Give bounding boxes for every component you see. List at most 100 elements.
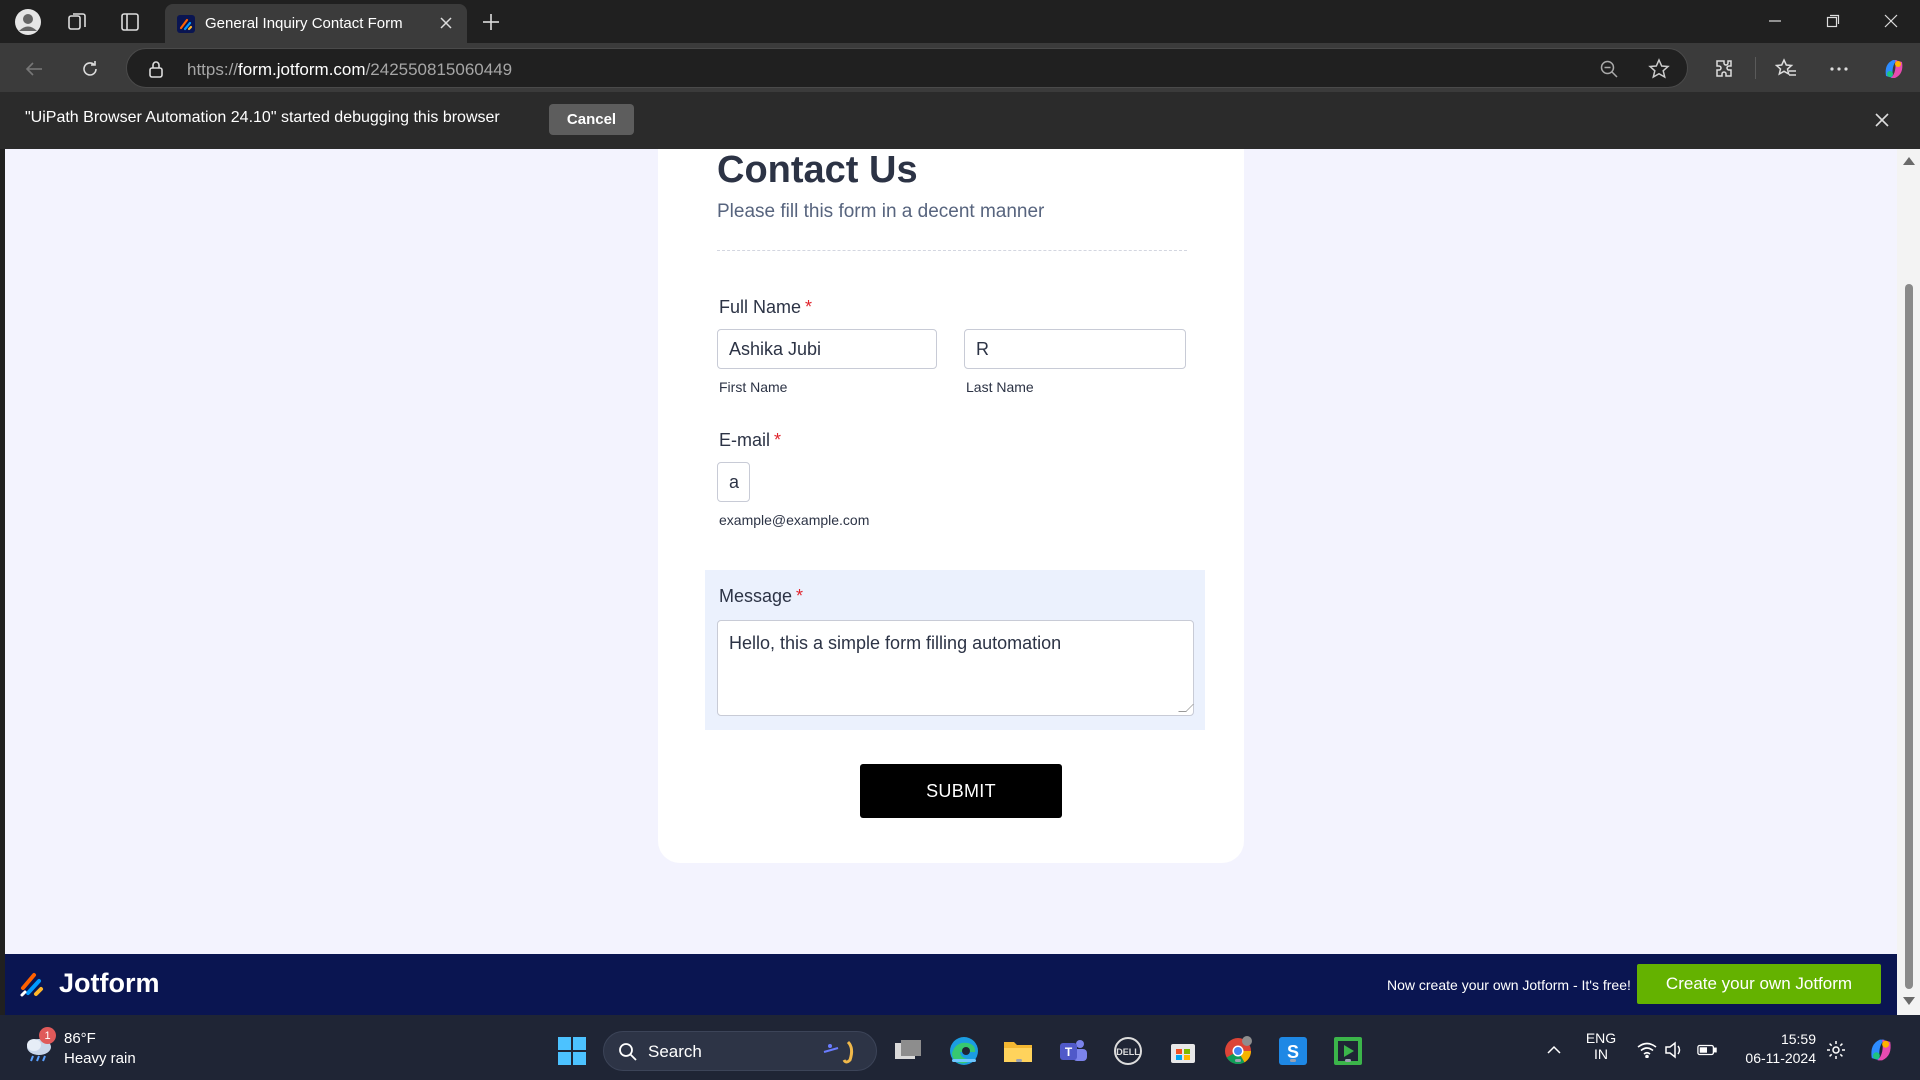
- email-sublabel: example@example.com: [719, 512, 870, 528]
- form-title: Contact Us: [717, 149, 918, 191]
- windows-start-icon[interactable]: [557, 1036, 587, 1066]
- browser-title-bar: General Inquiry Contact Form: [0, 0, 1920, 43]
- minimize-icon[interactable]: [1746, 0, 1804, 42]
- create-jotform-button[interactable]: Create your own Jotform: [1637, 964, 1881, 1004]
- form-subtitle: Please fill this form in a decent manner: [717, 201, 1045, 222]
- jotform-promo-text: Now create your own Jotform - It's free!: [1387, 977, 1631, 993]
- restore-icon[interactable]: [1804, 0, 1862, 42]
- page-scrollbar[interactable]: [1897, 149, 1920, 1015]
- language-indicator[interactable]: ENG IN: [1580, 1030, 1622, 1062]
- favorites-icon[interactable]: [1770, 53, 1802, 85]
- teams-icon[interactable]: T: [1055, 1033, 1091, 1069]
- search-icon: [618, 1042, 638, 1067]
- clock-date: 06-11-2024: [1745, 1050, 1816, 1066]
- address-bar[interactable]: https://form.jotform.com/242550815060449: [126, 48, 1688, 88]
- copilot-taskbar-icon[interactable]: [1866, 1035, 1896, 1065]
- vertical-tabs-icon[interactable]: [116, 8, 144, 36]
- page-viewport: Contact Us Please fill this form in a de…: [5, 149, 1897, 1015]
- message-text: Hello, this a simple form filling automa…: [729, 633, 1062, 653]
- email-label: E-mail *: [719, 430, 781, 451]
- open-app-indicator: [1290, 1059, 1296, 1062]
- scroll-thumb[interactable]: [1905, 284, 1913, 989]
- open-app-indicator: [1345, 1059, 1351, 1062]
- scroll-up-icon[interactable]: [1903, 157, 1915, 165]
- debugging-message: "UiPath Browser Automation 24.10" starte…: [25, 109, 500, 126]
- message-label: Message *: [719, 586, 803, 607]
- back-icon[interactable]: [18, 53, 50, 85]
- weather-alert-badge: 1: [39, 1027, 56, 1044]
- close-window-icon[interactable]: [1862, 0, 1920, 42]
- clock[interactable]: 15:59 06-11-2024: [1736, 1031, 1816, 1066]
- favorite-star-icon[interactable]: [1647, 57, 1671, 81]
- tab-title: General Inquiry Contact Form: [205, 15, 403, 32]
- required-asterisk: *: [774, 430, 782, 450]
- required-asterisk: *: [796, 586, 804, 606]
- header-divider: [717, 250, 1187, 251]
- tab-close-icon[interactable]: [435, 12, 457, 34]
- first-name-sublabel: First Name: [719, 379, 788, 395]
- region-code: IN: [1594, 1046, 1608, 1062]
- show-hidden-icons-icon[interactable]: [1544, 1040, 1564, 1060]
- microsoft-store-icon[interactable]: [1165, 1033, 1201, 1069]
- last-name-sublabel: Last Name: [966, 379, 1034, 395]
- uipath-assistant-icon[interactable]: [1330, 1033, 1366, 1069]
- clock-time: 15:59: [1780, 1031, 1816, 1047]
- message-textarea[interactable]: Hello, this a simple form filling automa…: [717, 620, 1194, 716]
- windows-taskbar: 1 86°F Heavy rain Search T DELL S ENG IN…: [0, 1015, 1920, 1080]
- first-name-input[interactable]: Ashika Jubi: [717, 329, 937, 369]
- required-asterisk: *: [805, 297, 813, 317]
- language-code: ENG: [1585, 1030, 1617, 1046]
- svg-text:DELL: DELL: [1116, 1047, 1140, 1057]
- taskbar-search-box[interactable]: Search: [603, 1031, 877, 1071]
- wifi-icon[interactable]: [1637, 1040, 1657, 1060]
- edge-browser-icon[interactable]: [946, 1033, 982, 1069]
- navigation-bar: https://form.jotform.com/242550815060449: [0, 43, 1920, 92]
- weather-temperature[interactable]: 86°F: [64, 1030, 96, 1047]
- workspaces-icon[interactable]: [63, 8, 91, 36]
- battery-icon[interactable]: [1697, 1040, 1717, 1060]
- jotform-brand-name[interactable]: Jotform: [59, 968, 160, 999]
- jotform-footer-banner: Jotform Now create your own Jotform - It…: [5, 954, 1897, 1015]
- jotform-favicon-icon: [177, 15, 195, 33]
- url-text[interactable]: https://form.jotform.com/242550815060449: [187, 60, 512, 80]
- jotform-logo-icon[interactable]: [19, 970, 47, 998]
- profile-icon[interactable]: [14, 8, 42, 36]
- svg-text:T: T: [1065, 1045, 1073, 1059]
- full-name-label-text: Full Name: [719, 297, 802, 317]
- scroll-down-icon[interactable]: [1903, 997, 1915, 1005]
- url-host: form.jotform.com: [238, 60, 366, 79]
- url-path: /242550815060449: [365, 60, 513, 79]
- dell-icon[interactable]: DELL: [1110, 1033, 1146, 1069]
- last-name-input[interactable]: R: [964, 329, 1186, 369]
- search-highlight-icon: [818, 1038, 866, 1071]
- cancel-debugging-button[interactable]: Cancel: [549, 104, 634, 135]
- full-name-label: Full Name *: [719, 297, 812, 318]
- open-app-indicator: [1016, 1059, 1022, 1062]
- resize-handle-icon[interactable]: [1178, 704, 1194, 712]
- file-explorer-icon[interactable]: [1000, 1033, 1036, 1069]
- open-app-indicator: [1235, 1059, 1241, 1062]
- extensions-icon[interactable]: [1708, 53, 1740, 85]
- url-scheme: https://: [187, 60, 239, 79]
- new-tab-icon[interactable]: [477, 8, 505, 36]
- debugging-info-bar: "UiPath Browser Automation 24.10" starte…: [0, 92, 1920, 149]
- message-label-text: Message: [719, 586, 793, 606]
- chrome-icon[interactable]: [1220, 1033, 1256, 1069]
- notification-settings-icon[interactable]: [1826, 1040, 1846, 1060]
- email-label-text: E-mail: [719, 430, 771, 450]
- volume-icon[interactable]: [1664, 1040, 1684, 1060]
- close-infobar-icon[interactable]: [1868, 106, 1896, 134]
- more-options-icon[interactable]: [1823, 53, 1855, 85]
- email-input[interactable]: a: [717, 462, 750, 502]
- tab-general-inquiry[interactable]: General Inquiry Contact Form: [165, 4, 467, 43]
- search-label: Search: [648, 1042, 702, 1061]
- zoom-out-icon[interactable]: [1597, 57, 1621, 81]
- refresh-icon[interactable]: [74, 53, 106, 85]
- submit-button[interactable]: SUBMIT: [860, 764, 1062, 818]
- uipath-studio-icon[interactable]: S: [1275, 1033, 1311, 1069]
- lock-icon[interactable]: [147, 59, 165, 84]
- weather-description[interactable]: Heavy rain: [64, 1050, 136, 1067]
- task-view-icon[interactable]: [890, 1033, 926, 1069]
- copilot-icon[interactable]: [1878, 53, 1910, 85]
- message-field-wrapper: Message * Hello, this a simple form filli…: [705, 570, 1205, 730]
